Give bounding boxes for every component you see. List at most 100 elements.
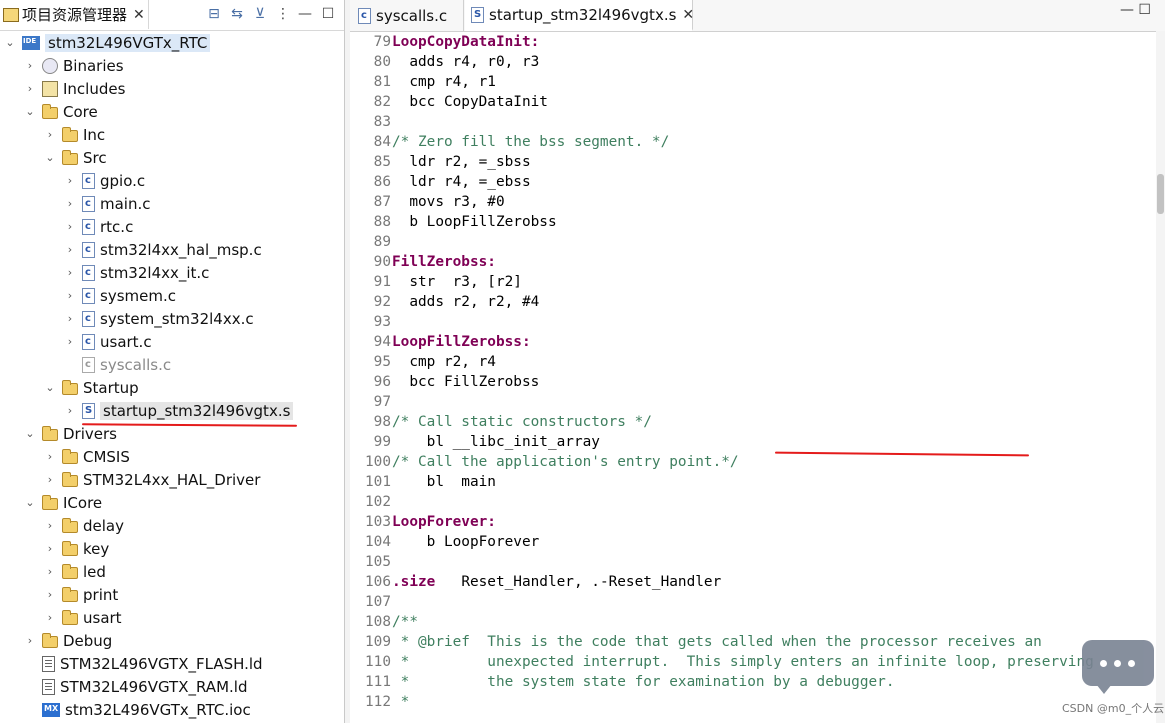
code-line: ldr r4, =_ebss bbox=[392, 172, 530, 192]
line-number: 94 bbox=[373, 334, 391, 350]
link-with-editor-icon[interactable]: ⇆ bbox=[228, 5, 246, 23]
chevron-down-icon[interactable]: ⌄ bbox=[24, 496, 36, 509]
chevron-right-icon[interactable]: › bbox=[24, 59, 36, 72]
tree-item[interactable]: ⌄ Core bbox=[24, 100, 97, 123]
tree-item[interactable]: stm32L496VGTx_RTC.ioc bbox=[24, 698, 251, 721]
code-text-area[interactable]: LoopCopyDataInit: adds r4, r0, r3 cmp r4… bbox=[392, 31, 1152, 723]
tree-item[interactable]: › usart.c bbox=[64, 330, 152, 353]
tree-item[interactable]: › stm32l4xx_hal_msp.c bbox=[64, 238, 262, 261]
collapse-all-icon[interactable]: ⊟ bbox=[206, 5, 222, 23]
code-comment: /* Zero fill the bss segment. */ bbox=[392, 134, 670, 150]
tree-item-label: sysmem.c bbox=[100, 286, 176, 305]
mx-file-icon bbox=[42, 702, 60, 717]
tree-item-label: startup_stm32l496vgtx.s bbox=[100, 401, 294, 420]
tree-item[interactable]: › sysmem.c bbox=[64, 284, 176, 307]
c-file-icon bbox=[82, 333, 95, 350]
chevron-right-icon[interactable]: › bbox=[64, 312, 76, 325]
tree-item[interactable]: ⌄ Src bbox=[44, 146, 106, 169]
c-file-excluded-icon bbox=[82, 356, 95, 373]
tree-item[interactable]: › STM32L4xx_HAL_Driver bbox=[44, 468, 261, 491]
code-token: b LoopFillZerobss bbox=[392, 214, 557, 230]
tree-item[interactable]: syscalls.c bbox=[64, 353, 171, 376]
tree-item[interactable]: ⌄ Drivers bbox=[24, 422, 117, 445]
watermark: CSDN @m0_个人云 bbox=[1062, 702, 1165, 715]
tree-item[interactable]: › print bbox=[44, 583, 118, 606]
code-line: LoopFillZerobss: bbox=[392, 332, 531, 352]
tree-item[interactable]: › key bbox=[44, 537, 109, 560]
chevron-right-icon[interactable]: › bbox=[44, 542, 56, 555]
line-number: 98 bbox=[373, 414, 391, 430]
tree-item[interactable]: › Binaries bbox=[24, 54, 124, 77]
tree-item[interactable]: › led bbox=[44, 560, 106, 583]
chevron-right-icon[interactable]: › bbox=[64, 266, 76, 279]
line-number: 99 bbox=[373, 434, 391, 450]
chevron-down-icon[interactable]: ⌄ bbox=[4, 36, 16, 49]
tree-item[interactable]: › Inc bbox=[44, 123, 105, 146]
chevron-right-icon[interactable]: › bbox=[44, 473, 56, 486]
chevron-right-icon[interactable]: › bbox=[24, 82, 36, 95]
chevron-down-icon[interactable]: ⌄ bbox=[24, 105, 36, 118]
tree-item[interactable]: › system_stm32l4xx.c bbox=[64, 307, 254, 330]
code-line: bcc CopyDataInit bbox=[392, 92, 548, 112]
chevron-down-icon[interactable]: ⌄ bbox=[44, 381, 56, 394]
folder-icon bbox=[42, 494, 58, 510]
c-file-icon bbox=[82, 287, 95, 304]
chevron-right-icon[interactable]: › bbox=[44, 450, 56, 463]
tree-item[interactable]: › Includes bbox=[24, 77, 126, 100]
tree-item-label: Includes bbox=[63, 79, 126, 98]
close-icon[interactable]: ✕ bbox=[682, 7, 694, 23]
chat-bubble-icon[interactable] bbox=[1082, 640, 1154, 694]
tree-item[interactable]: › CMSIS bbox=[44, 445, 130, 468]
chevron-down-icon[interactable]: ⌄ bbox=[44, 151, 56, 164]
chevron-right-icon[interactable]: › bbox=[44, 519, 56, 532]
vertical-scrollbar[interactable] bbox=[1156, 31, 1165, 723]
line-number: 109 bbox=[365, 634, 391, 650]
tree-item-label: syscalls.c bbox=[100, 355, 172, 374]
line-number-gutter: 79 80 81 82 83 84 85 86 87 88 89 90 91 92 93 94 95 96 97 98… bbox=[361, 31, 391, 723]
chevron-down-icon[interactable]: ⌄ bbox=[24, 427, 36, 440]
tab-syscalls[interactable]: syscalls.c bbox=[352, 0, 464, 31]
tree-item[interactable]: › Debug bbox=[24, 629, 113, 652]
tree-item[interactable]: › delay bbox=[44, 514, 124, 537]
chevron-right-icon[interactable]: › bbox=[64, 335, 76, 348]
chevron-right-icon[interactable]: › bbox=[44, 611, 56, 624]
tree-item[interactable]: › startup_stm32l496vgtx.s bbox=[64, 399, 294, 422]
tree-item[interactable]: › main.c bbox=[64, 192, 151, 215]
chevron-right-icon[interactable]: › bbox=[24, 634, 36, 647]
scrollbar-thumb[interactable] bbox=[1157, 174, 1164, 214]
tree-item[interactable]: ⌄ ICore bbox=[24, 491, 102, 514]
editor-window-controls[interactable]: — ☐ bbox=[1120, 2, 1151, 18]
chevron-right-icon[interactable]: › bbox=[64, 174, 76, 187]
chevron-right-icon[interactable]: › bbox=[44, 565, 56, 578]
tree-item-label: key bbox=[83, 539, 110, 558]
tree-item[interactable]: › gpio.c bbox=[64, 169, 145, 192]
tree-item[interactable]: ⌄ stm32L496VGTx_RTC bbox=[4, 31, 211, 54]
maximize-icon[interactable]: ☐ bbox=[321, 5, 335, 23]
tab-startup-file[interactable]: startup_stm32l496vgtx.s ✕ bbox=[465, 0, 694, 31]
tree-item[interactable]: STM32L496VGTX_FLASH.ld bbox=[24, 652, 263, 675]
tree-item-label: Debug bbox=[63, 631, 113, 650]
chevron-right-icon[interactable]: › bbox=[64, 289, 76, 302]
close-icon[interactable]: ✕ bbox=[133, 7, 145, 23]
view-menu-icon[interactable]: ⋮ bbox=[276, 5, 290, 23]
code-token: movs r3, #0 bbox=[392, 194, 505, 210]
chevron-right-icon[interactable]: › bbox=[64, 404, 76, 417]
minimize-icon[interactable]: — bbox=[298, 5, 312, 23]
tree-item[interactable]: STM32L496VGTX_RAM.ld bbox=[24, 675, 247, 698]
tab-project-explorer[interactable]: 项目资源管理器 ✕ bbox=[0, 0, 149, 29]
line-number: 90 bbox=[373, 254, 391, 270]
tree-item-label: Startup bbox=[83, 378, 139, 397]
tree-item[interactable]: › usart bbox=[44, 606, 122, 629]
tree-item[interactable]: › stm32l4xx_it.c bbox=[64, 261, 210, 284]
tree-item[interactable]: › rtc.c bbox=[64, 215, 134, 238]
chevron-right-icon[interactable]: › bbox=[64, 243, 76, 256]
chevron-right-icon[interactable]: › bbox=[64, 220, 76, 233]
folder-icon bbox=[62, 149, 78, 165]
chevron-right-icon[interactable]: › bbox=[44, 588, 56, 601]
tree-item-label: CMSIS bbox=[83, 447, 130, 466]
code-token: cmp r4, r1 bbox=[392, 74, 496, 90]
filter-icon[interactable]: ⊻ bbox=[252, 5, 268, 23]
chevron-right-icon[interactable]: › bbox=[64, 197, 76, 210]
tree-item[interactable]: ⌄ Startup bbox=[44, 376, 139, 399]
chevron-right-icon[interactable]: › bbox=[44, 128, 56, 141]
